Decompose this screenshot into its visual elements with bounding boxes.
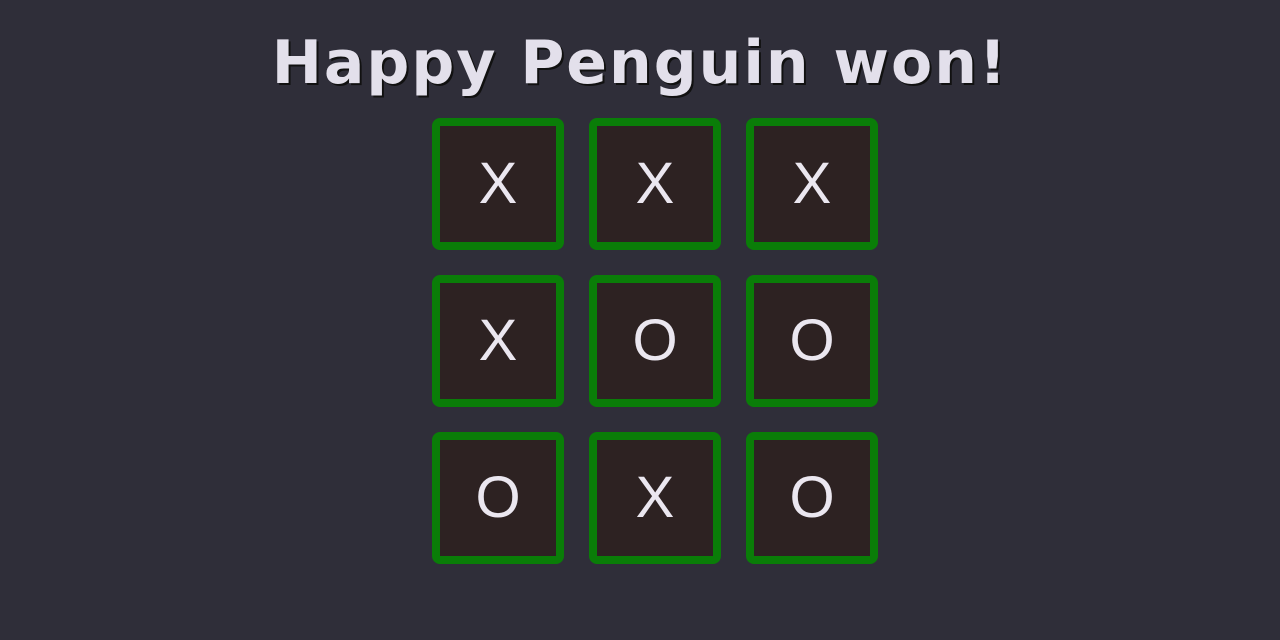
board-cell-1[interactable]: X <box>432 118 564 250</box>
board-cell-8[interactable]: X <box>589 432 721 564</box>
board-cell-5[interactable]: O <box>589 275 721 407</box>
board-cell-2[interactable]: X <box>589 118 721 250</box>
board-cell-4[interactable]: X <box>432 275 564 407</box>
board-cell-9[interactable]: O <box>746 432 878 564</box>
tic-tac-toe-board: X X X X O O O X O <box>432 118 878 564</box>
game-status-title: Happy Penguin won! <box>271 28 1009 98</box>
board-cell-6[interactable]: O <box>746 275 878 407</box>
board-cell-7[interactable]: O <box>432 432 564 564</box>
board-cell-3[interactable]: X <box>746 118 878 250</box>
